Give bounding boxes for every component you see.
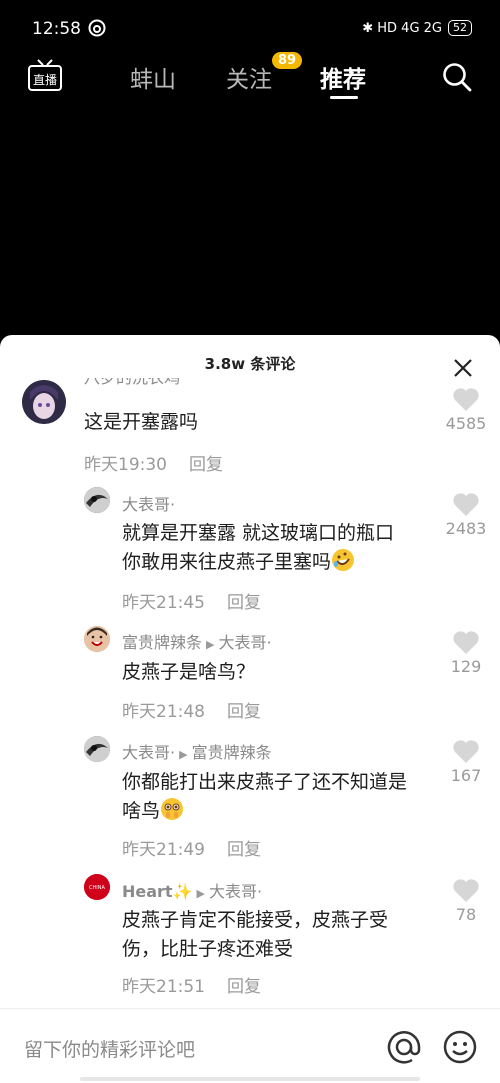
- comment-meta: 昨天21:48 回复: [122, 697, 261, 722]
- status-bar: 12:58 ✱ HD 4G 2G 52: [0, 0, 500, 46]
- comment-text-line-2: 你敢用来往皮燕子里塞吗: [122, 548, 442, 577]
- reply-button[interactable]: 回复: [227, 840, 261, 860]
- tab-bengshan[interactable]: 蚌山: [130, 60, 176, 94]
- tab-recommend[interactable]: 推荐: [320, 60, 366, 94]
- comment-count-title: 3.8w 条评论: [204, 355, 296, 373]
- like-count: 167: [450, 766, 482, 785]
- comment-meta: 昨天21:45 回复: [122, 588, 261, 613]
- avatar[interactable]: CHINA: [84, 874, 110, 900]
- reply-button[interactable]: 回复: [227, 593, 261, 613]
- avatar[interactable]: [84, 487, 110, 513]
- comment-text-line: 就算是开塞露 就这玻璃口的瓶口: [122, 522, 395, 544]
- reply-button[interactable]: 回复: [189, 455, 223, 475]
- comment-time: 昨天21:45: [122, 593, 205, 613]
- comment-text-line: 你都能打出来皮燕子了还不知道是: [122, 771, 408, 793]
- heart-icon: [453, 493, 479, 516]
- comment-author[interactable]: 大表哥·: [122, 491, 175, 515]
- comment-input-bar: 留下你的精彩评论吧: [0, 1008, 500, 1083]
- status-time: 12:58: [32, 19, 81, 39]
- comment-text-line: 伤，比肚子疼还难受: [122, 938, 294, 960]
- top-navigation: 直播 蚌山 关注 89 推荐: [0, 46, 500, 106]
- comment-author[interactable]: 八岁的洗衣鸡: [84, 378, 180, 388]
- comment-author-line: Heart✨ ▶ 大表哥·: [122, 878, 262, 902]
- signal-indicators: ✱ HD 4G 2G: [362, 20, 442, 36]
- comment-text: 皮燕子是啥鸟？: [122, 661, 256, 683]
- avatar[interactable]: [22, 380, 66, 424]
- comment-text-line: 皮燕子肯定不能接受，皮燕子受: [122, 909, 389, 931]
- heart-icon: [453, 388, 479, 411]
- comments-sheet: 3.8w 条评论 八岁的洗衣鸡 这是开塞露吗 昨天19:30 回复 4585 大表…: [0, 335, 500, 1083]
- heart-icon: [453, 879, 479, 902]
- comment-meta: 昨天19:30 回复: [84, 450, 223, 475]
- like-button[interactable]: 129: [440, 630, 492, 676]
- active-tab-indicator: [330, 96, 358, 99]
- status-indicators: ✱ HD 4G 2G 52: [362, 20, 472, 36]
- comment-meta: 昨天21:51 回复: [122, 972, 261, 997]
- comment-text-line: 你敢用来往皮燕子里塞吗: [122, 551, 332, 573]
- reply-to-author[interactable]: 富贵牌辣条: [192, 743, 272, 762]
- like-count: 129: [450, 657, 482, 676]
- comment-text-line: 啥鸟: [122, 800, 161, 822]
- like-button[interactable]: 78: [440, 878, 492, 924]
- pleading-emoji: [160, 797, 184, 821]
- reply-arrow-icon: ▶: [206, 638, 215, 651]
- reply-button[interactable]: 回复: [227, 977, 261, 997]
- reply-arrow-icon: ▶: [196, 887, 205, 900]
- avatar[interactable]: [84, 736, 110, 762]
- tab-following[interactable]: 关注: [226, 60, 272, 94]
- home-indicator: [80, 1077, 420, 1081]
- netease-music-icon: [88, 19, 106, 41]
- avatar[interactable]: [84, 626, 110, 652]
- comment-text: 就算是开塞露 就这玻璃口的瓶口 你敢用来往皮燕子里塞吗: [122, 519, 442, 577]
- close-icon[interactable]: [450, 355, 476, 381]
- sparkle-icon: ✨: [172, 882, 193, 901]
- comment-time: 昨天21:48: [122, 702, 205, 722]
- reply-to-author[interactable]: 大表哥·: [209, 882, 262, 901]
- comments-header: 3.8w 条评论: [0, 335, 500, 387]
- comment-text: 这是开塞露吗: [84, 411, 199, 433]
- heart-icon: [453, 631, 479, 654]
- comment-author-line: 富贵牌辣条 ▶ 大表哥·: [122, 629, 272, 653]
- comment-text: 皮燕子肯定不能接受，皮燕子受 伤，比肚子疼还难受: [122, 906, 442, 964]
- battery-indicator: 52: [448, 20, 472, 36]
- live-icon[interactable]: 直播: [28, 58, 62, 92]
- mention-icon[interactable]: [386, 1029, 422, 1065]
- like-button[interactable]: 2483: [440, 492, 492, 538]
- reply-arrow-icon: ▶: [179, 748, 188, 761]
- comment-time: 昨天21:51: [122, 977, 205, 997]
- comment-time: 昨天21:49: [122, 840, 205, 860]
- emoji-icon[interactable]: [442, 1029, 478, 1065]
- comment-input[interactable]: 留下你的精彩评论吧: [24, 1035, 195, 1062]
- heart-icon: [453, 740, 479, 763]
- comment-meta: 昨天21:49 回复: [122, 835, 261, 860]
- reply-button[interactable]: 回复: [227, 702, 261, 722]
- like-count: 78: [455, 905, 477, 924]
- like-count: 2483: [445, 519, 487, 538]
- comment-author-line: 大表哥· ▶ 富贵牌辣条: [122, 739, 272, 763]
- reply-to-author[interactable]: 大表哥·: [218, 633, 271, 652]
- like-count: 4585: [445, 414, 487, 433]
- avatar-text: CHINA: [89, 885, 105, 891]
- like-button[interactable]: 4585: [440, 387, 492, 433]
- rofl-emoji: [331, 548, 355, 572]
- live-label: 直播: [33, 73, 57, 87]
- search-icon[interactable]: [442, 62, 472, 92]
- like-button[interactable]: 167: [440, 739, 492, 785]
- comment-time: 昨天19:30: [84, 455, 167, 475]
- comment-text-line-2: 啥鸟: [122, 797, 442, 826]
- following-badge: 89: [272, 52, 303, 69]
- comment-author[interactable]: 大表哥·: [122, 743, 175, 762]
- comment-author[interactable]: Heart: [122, 882, 173, 901]
- comment-author[interactable]: 富贵牌辣条: [122, 633, 202, 652]
- comment-text: 你都能打出来皮燕子了还不知道是 啥鸟: [122, 768, 442, 826]
